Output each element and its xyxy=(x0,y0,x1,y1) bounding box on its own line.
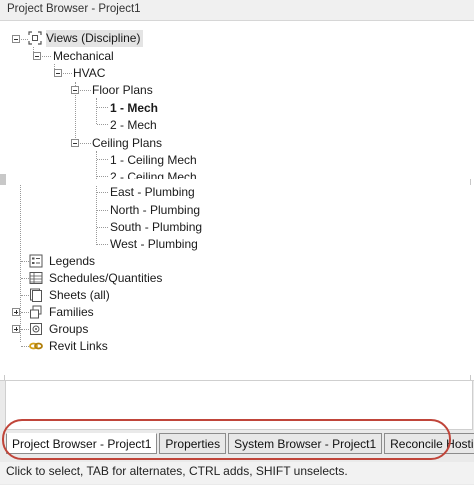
tree-item-label: South - Plumbing xyxy=(110,220,203,234)
views-icon xyxy=(28,31,42,45)
collapse-toggle-icon[interactable] xyxy=(71,86,79,94)
schedule-table-icon xyxy=(29,272,43,284)
tree-guide xyxy=(97,176,108,177)
tree-guide xyxy=(80,143,91,144)
collapse-toggle-icon[interactable] xyxy=(71,139,79,147)
revit-links-icon xyxy=(29,342,43,350)
tree-item-views[interactable]: Views (Discipline) xyxy=(46,30,144,47)
tree-guide xyxy=(96,185,97,245)
collapse-toggle-icon[interactable] xyxy=(33,52,41,60)
tree-item-label: North - Plumbing xyxy=(110,203,201,217)
tree-item-label: Sheets (all) xyxy=(49,288,110,302)
status-text: Click to select, TAB for alternates, CTR… xyxy=(6,464,348,478)
tree-item-label: 2 - Ceiling Mech xyxy=(110,170,197,179)
tree-item-label: West - Plumbing xyxy=(110,237,198,251)
highlight-ring xyxy=(2,419,451,460)
tree-item-label: Schedules/Quantities xyxy=(49,271,163,285)
tree-item-label: Families xyxy=(49,305,94,319)
families-icon xyxy=(30,305,42,319)
groups-icon xyxy=(30,323,42,335)
tree-guide xyxy=(21,329,29,330)
tree-item-label: HVAC xyxy=(73,66,106,80)
tree-item-label: Floor Plans xyxy=(92,83,153,97)
tree-guide xyxy=(97,159,108,160)
tree-guide xyxy=(97,227,108,228)
tree-item-label: Revit Links xyxy=(49,339,108,353)
tree-guide xyxy=(97,124,108,125)
tree-guide xyxy=(42,56,51,57)
tree-guide xyxy=(97,107,108,108)
expand-toggle-icon[interactable] xyxy=(12,308,20,316)
sheets-icon xyxy=(30,288,42,302)
tree-guide xyxy=(21,261,29,262)
tree-item-label: 2 - Mech xyxy=(110,118,157,132)
tree-guide xyxy=(21,295,29,296)
tree-item-label: Groups xyxy=(49,322,89,336)
collapse-toggle-icon[interactable] xyxy=(54,69,62,77)
status-bar: Click to select, TAB for alternates, CTR… xyxy=(0,462,474,484)
tree-panel-top[interactable]: Views (Discipline) Mechanical HVAC Floor… xyxy=(0,21,474,179)
tree-guide xyxy=(63,73,72,74)
tree-guide xyxy=(20,185,21,342)
tree-item-label: Ceiling Plans xyxy=(92,136,163,150)
tree-guide xyxy=(80,90,91,91)
tree-guide xyxy=(97,210,108,211)
panel-title: Project Browser - Project1 xyxy=(7,3,141,15)
legends-icon xyxy=(29,254,43,268)
tree-item-label: Mechanical xyxy=(53,49,114,63)
tree-guide xyxy=(97,192,108,193)
tree-guide xyxy=(96,151,97,179)
tree-item-label: Legends xyxy=(49,254,96,268)
tree-guide xyxy=(21,346,29,347)
tree-guide xyxy=(96,98,97,124)
tree-item-label: Views (Discipline) xyxy=(46,31,141,45)
collapse-toggle-icon[interactable] xyxy=(12,35,20,43)
tree-guide xyxy=(21,39,28,40)
tree-guide xyxy=(21,278,29,279)
tree-item-label: 1 - Mech xyxy=(110,101,159,115)
tree-guide xyxy=(21,312,29,313)
tree-panel-bottom[interactable]: East - Plumbing North - Plumbing South -… xyxy=(0,185,474,375)
tree-item-label: 1 - Ceiling Mech xyxy=(110,153,197,167)
tree-item-label: East - Plumbing xyxy=(110,185,195,199)
expand-toggle-icon[interactable] xyxy=(12,325,20,333)
title-bar: Project Browser - Project1 xyxy=(0,0,474,21)
tree-guide xyxy=(97,244,108,245)
